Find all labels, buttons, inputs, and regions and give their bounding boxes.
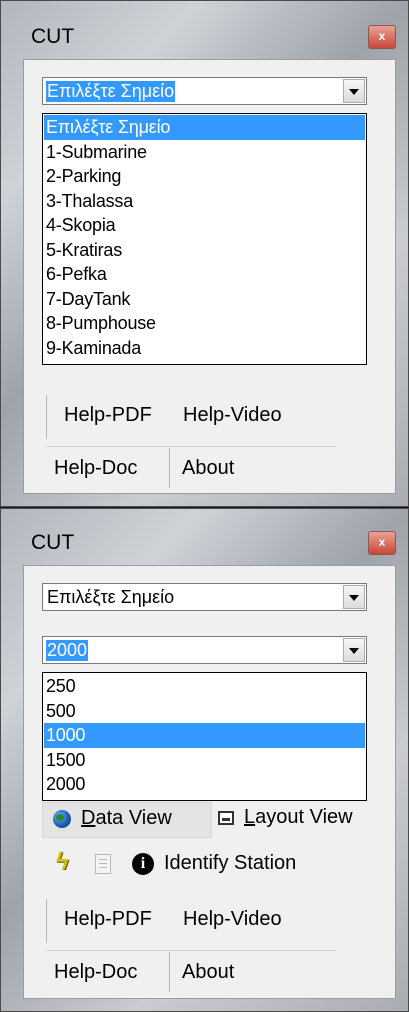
list-item[interactable]: 3-Thalassa (44, 189, 365, 214)
point-dropdown-list[interactable]: Επιλέξτε Σημείο 1-Submarine 2-Parking 3-… (42, 113, 367, 365)
close-icon: x (378, 535, 386, 549)
identify-station-button[interactable]: Identify Station (164, 852, 296, 875)
window-title: CUT (31, 531, 75, 554)
point-select[interactable]: Επιλέξτε Σημείο (42, 77, 367, 105)
toolbar-separator (169, 448, 170, 488)
list-item[interactable]: 1-Submarine (44, 140, 365, 165)
toolbar-separator (46, 395, 47, 439)
toolbar-divider (46, 950, 336, 951)
list-item[interactable]: 500 (44, 699, 365, 724)
list-item[interactable]: 8-Pumphouse (44, 311, 365, 336)
point-select-value: Επιλέξτε Σημείο (47, 587, 175, 607)
scale-select-value: 2000 (46, 640, 89, 661)
toolbar-divider (46, 446, 336, 447)
tab-layout-view[interactable]: Layout View (216, 802, 394, 838)
toolbar-separator (46, 899, 47, 943)
scale-dropdown-list[interactable]: 250 500 1000 1500 2000 (42, 672, 367, 801)
about-button[interactable]: About (182, 961, 234, 984)
list-item[interactable]: 2000 (44, 772, 365, 797)
point-select-value: Επιλέξτε Σημείο (46, 81, 176, 102)
close-button[interactable]: x (368, 25, 396, 49)
cut-window-bottom: CUT x Επιλέξτε Σημείο 2000 250 500 1000 … (0, 508, 409, 1012)
panel-body: Επιλέξτε Σημείο 2000 250 500 1000 1500 2… (23, 565, 396, 999)
help-pdf-button[interactable]: Help-PDF (64, 404, 152, 427)
tab-data-view[interactable]: Data View (42, 802, 212, 838)
chevron-down-icon[interactable] (343, 79, 365, 103)
list-item[interactable]: 250 (44, 674, 365, 699)
cut-window-top: CUT x Επιλέξτε Σημείο Επιλέξτε Σημείο 1-… (0, 0, 409, 507)
help-video-button[interactable]: Help-Video (183, 908, 282, 931)
list-item[interactable]: 1000 (44, 723, 365, 748)
close-icon: x (378, 29, 386, 43)
chevron-down-icon[interactable] (343, 638, 365, 662)
list-item[interactable]: 9-Kaminada (44, 336, 365, 361)
data-view-label: Data View (81, 807, 172, 829)
globe-icon (53, 810, 71, 828)
list-item[interactable]: 1500 (44, 748, 365, 773)
memo-icon[interactable] (95, 854, 111, 874)
panel-body: Επιλέξτε Σημείο Επιλέξτε Σημείο 1-Submar… (23, 59, 396, 494)
layout-view-icon (218, 811, 234, 825)
point-select[interactable]: Επιλέξτε Σημείο (42, 583, 367, 611)
layout-view-label: Layout View (244, 806, 353, 828)
close-button[interactable]: x (368, 531, 396, 555)
list-item[interactable]: 2-Parking (44, 164, 365, 189)
window-title: CUT (31, 25, 75, 48)
help-doc-button[interactable]: Help-Doc (54, 961, 137, 984)
help-video-button[interactable]: Help-Video (183, 404, 282, 427)
help-doc-button[interactable]: Help-Doc (54, 457, 137, 480)
info-icon[interactable]: i (132, 853, 154, 875)
scale-select[interactable]: 2000 (42, 636, 367, 664)
chevron-down-icon[interactable] (343, 585, 365, 609)
help-pdf-button[interactable]: Help-PDF (64, 908, 152, 931)
list-item[interactable]: Επιλέξτε Σημείο (44, 115, 365, 140)
about-button[interactable]: About (182, 457, 234, 480)
lightning-icon[interactable]: ϟ (56, 848, 69, 876)
list-item[interactable]: 4-Skopia (44, 213, 365, 238)
toolbar-separator (169, 952, 170, 992)
list-item[interactable]: 5-Kratiras (44, 238, 365, 263)
list-item[interactable]: 6-Pefka (44, 262, 365, 287)
list-item[interactable]: 7-DayTank (44, 287, 365, 312)
